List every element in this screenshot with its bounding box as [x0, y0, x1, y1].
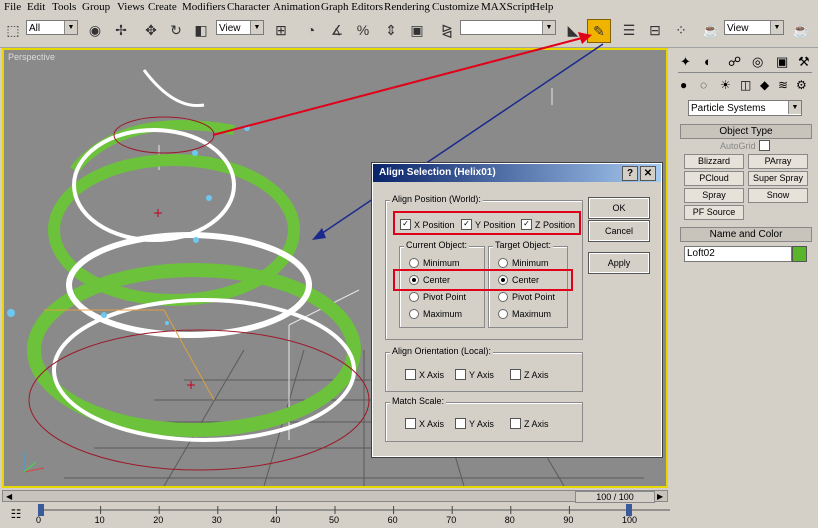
create-tab-icon[interactable]: ✦ [680, 54, 691, 70]
radio-label: Pivot Point [512, 292, 556, 302]
systems-icon[interactable]: ⚙ [796, 78, 807, 92]
close-button[interactable]: ✕ [640, 166, 656, 181]
track-bar[interactable]: 0 10 20 30 40 50 60 70 80 90 100 [36, 504, 670, 528]
hierarchy-tab-icon[interactable]: ☍ [728, 54, 741, 70]
frame-tick-label: 60 [387, 515, 398, 525]
slider-left-arrow-icon[interactable]: ◀ [6, 492, 12, 501]
scale-x-axis-checkbox[interactable]: X Axis [405, 418, 444, 429]
dialog-titlebar[interactable]: Align Selection (Helix01) [373, 164, 661, 182]
object-type-rollout[interactable]: Object Type [680, 124, 812, 139]
y-axis-label: Y Axis [469, 418, 494, 429]
object-name-field[interactable]: Loft02 [684, 246, 792, 262]
frame-tick-label: 0 [36, 515, 42, 525]
frame-tick-label: 40 [270, 515, 281, 525]
current-pivot-radio[interactable]: Pivot Point [409, 292, 466, 302]
frame-tick-label: 100 [622, 515, 638, 525]
align-position-label: Align Position (World): [390, 194, 483, 204]
frame-tick-label: 70 [446, 515, 457, 525]
super-spray-button[interactable]: Super Spray [748, 171, 808, 186]
frame-tick-label: 80 [504, 515, 515, 525]
track-current-frame[interactable] [626, 504, 632, 516]
snow-button[interactable]: Snow [748, 188, 808, 203]
motion-tab-icon[interactable]: ◎ [752, 54, 763, 70]
radio-label: Maximum [423, 309, 463, 319]
x-axis-label: X Axis [419, 369, 445, 380]
y-axis-label: Y Axis [469, 369, 494, 380]
object-color-swatch[interactable] [792, 246, 807, 262]
target-pivot-radio[interactable]: Pivot Point [498, 292, 555, 302]
object-category-value: Particle Systems [691, 103, 766, 114]
z-axis-label: Z Axis [524, 369, 549, 380]
orient-y-axis-checkbox[interactable]: Y Axis [455, 369, 494, 380]
track-ticks [38, 506, 670, 514]
parray-button[interactable]: PArray [748, 154, 808, 169]
spray-button[interactable]: Spray [684, 188, 744, 203]
modify-tab-icon[interactable]: ◐ [704, 54, 712, 69]
radio-label: Pivot Point [423, 292, 467, 302]
match-scale-label: Match Scale: [390, 396, 447, 406]
target-maximum-radio[interactable]: Maximum [498, 309, 551, 319]
create-category-icons: ● ◌ ☀ ◫ ◆ ≋ ⚙ [678, 76, 812, 96]
apply-button[interactable]: Apply [588, 252, 650, 274]
current-maximum-radio[interactable]: Maximum [409, 309, 462, 319]
radio-label: Minimum [423, 258, 460, 268]
command-panel-tabs: ✦ ◐ ☍ ◎ ▣ ⚒ [678, 52, 812, 73]
time-slider-thumb[interactable]: 100 / 100 [575, 491, 655, 503]
utilities-tab-icon[interactable]: ⚒ [798, 54, 810, 70]
object-type-title: Object Type [719, 126, 773, 137]
blizzard-button[interactable]: Blizzard [684, 154, 744, 169]
lights-icon[interactable]: ☀ [720, 78, 731, 92]
frame-tick-label: 90 [563, 515, 574, 525]
red-arrowhead [578, 32, 592, 44]
x-axis-label: X Axis [419, 418, 445, 429]
target-object-label: Target Object: [493, 240, 554, 250]
scale-z-axis-checkbox[interactable]: Z Axis [510, 418, 549, 429]
orient-z-axis-checkbox[interactable]: Z Axis [510, 369, 549, 380]
pf-source-button[interactable]: PF Source [684, 205, 744, 220]
command-panel: ✦ ◐ ☍ ◎ ▣ ⚒ ● ◌ ☀ ◫ ◆ ≋ ⚙ Particle Syste… [672, 48, 818, 488]
name-and-color-rollout[interactable]: Name and Color [680, 227, 812, 242]
display-tab-icon[interactable]: ▣ [776, 54, 788, 70]
cameras-icon[interactable]: ◫ [740, 78, 751, 92]
align-orientation-label: Align Orientation (Local): [390, 346, 494, 356]
time-slider[interactable]: ◀ 100 / 100 ▶ [2, 490, 668, 503]
track-bar-toggle-icon[interactable]: ☷ [8, 507, 24, 523]
spacewarps-icon[interactable]: ≋ [778, 78, 788, 92]
shapes-icon[interactable]: ◌ [700, 78, 707, 92]
ok-button[interactable]: OK [588, 197, 650, 219]
current-minimum-radio[interactable]: Minimum [409, 258, 460, 268]
slider-right-arrow-icon[interactable]: ▶ [657, 492, 663, 501]
track-start-key[interactable] [38, 504, 44, 516]
cancel-button[interactable]: Cancel [588, 220, 650, 242]
radio-label: Maximum [512, 309, 552, 319]
pcloud-button[interactable]: PCloud [684, 171, 744, 186]
z-axis-label: Z Axis [524, 418, 549, 429]
help-button[interactable]: ? [622, 166, 638, 181]
align-selection-dialog: Align Selection (Helix01) ? ✕ Align Posi… [371, 162, 663, 458]
object-category-dropdown[interactable]: Particle Systems ▼ [688, 100, 802, 116]
autogrid-checkbox[interactable]: AutoGrid [720, 140, 770, 151]
autogrid-label: AutoGrid [720, 140, 756, 151]
red-arrow [212, 37, 583, 136]
radio-label: Minimum [512, 258, 549, 268]
blue-arrowhead [312, 228, 326, 240]
frame-tick-label: 30 [211, 515, 222, 525]
frame-tick-label: 20 [153, 515, 164, 525]
frame-tick-label: 10 [94, 515, 105, 525]
position-highlight-box [393, 211, 581, 235]
helpers-icon[interactable]: ◆ [760, 78, 769, 92]
dialog-title: Align Selection (Helix01) [379, 167, 496, 178]
name-and-color-title: Name and Color [709, 229, 783, 240]
frame-tick-label: 50 [329, 515, 340, 525]
current-object-label: Current Object: [404, 240, 470, 250]
center-highlight-box [393, 269, 573, 291]
orient-x-axis-checkbox[interactable]: X Axis [405, 369, 444, 380]
target-minimum-radio[interactable]: Minimum [498, 258, 549, 268]
scale-y-axis-checkbox[interactable]: Y Axis [455, 418, 494, 429]
geometry-icon[interactable]: ● [680, 78, 687, 92]
